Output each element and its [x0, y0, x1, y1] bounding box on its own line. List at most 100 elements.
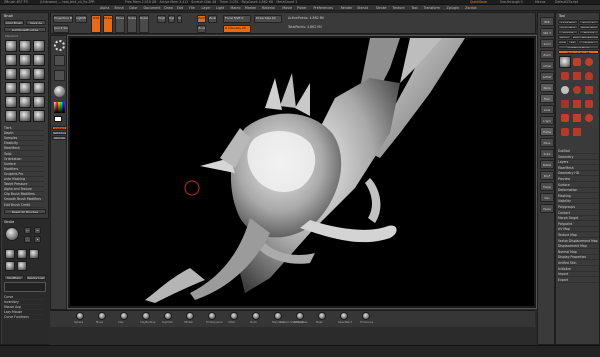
menu-edit[interactable]: Edit [177, 5, 183, 11]
tool-thumb-cube[interactable] [561, 72, 569, 80]
zsub-button[interactable]: Zsub [208, 15, 217, 23]
replay-last-button[interactable]: Replay Last [26, 275, 46, 280]
shelf-xpose-button[interactable]: Xpose [540, 204, 554, 213]
shelf-zoom-button[interactable]: Zoom [540, 50, 554, 59]
brush-thumb-slash[interactable] [5, 82, 17, 94]
material-sphere-icon[interactable] [54, 86, 65, 97]
stroke-thumb-e[interactable] [5, 261, 15, 271]
shelf-brush-move-icon[interactable] [98, 312, 106, 320]
lightbox-button[interactable]: LightBox [75, 15, 87, 23]
tool-section-normal-map[interactable]: Normal Map [558, 250, 599, 255]
menu-texture[interactable]: Texture [393, 5, 405, 11]
tool-section-displacement-map[interactable]: Displacement Map [558, 244, 599, 250]
tool-section-uv-map[interactable]: UV Map [558, 227, 599, 233]
tool-section-polygroups[interactable]: Polygroups [558, 205, 599, 210]
stroke-thumb-c[interactable] [17, 249, 27, 259]
brush-section-edit-brush-credit[interactable]: Edit Brush Credit [4, 203, 44, 208]
brush-thumb-curve[interactable] [33, 96, 45, 108]
brush-thumb-polish[interactable] [19, 68, 31, 80]
brush-thumb-standard[interactable] [5, 40, 17, 52]
projection-master-button[interactable]: Projection Master [53, 15, 73, 23]
menu-file[interactable]: File [189, 5, 195, 11]
modifiers-button[interactable]: Modifiers [4, 275, 24, 280]
tool-section-subtool[interactable]: SubTool [558, 149, 599, 154]
brush-palette-header[interactable]: Brush [4, 14, 13, 18]
menu-movie[interactable]: Movie [282, 5, 292, 11]
tool-section-export[interactable]: Export [558, 278, 599, 283]
shelf-local-button[interactable]: Local [540, 105, 554, 114]
shelf-brush-sphere-icon[interactable] [76, 312, 84, 320]
tool-thumb-terrain[interactable] [573, 100, 581, 108]
tool-thumb-zsphere[interactable] [561, 128, 569, 136]
menu-document[interactable]: Document [144, 5, 161, 11]
shelf-frame-button[interactable]: Frame [540, 127, 554, 136]
shelf-floor-button[interactable]: Floor [540, 94, 554, 103]
brush-thumb-move[interactable] [19, 40, 31, 52]
tool-thumb-helix[interactable] [573, 114, 581, 122]
tool-section-texture-map[interactable]: Texture Map [558, 233, 599, 238]
tool-section-geometry-hd[interactable]: Geometry HD [558, 171, 599, 177]
shelf-brush-clay-icon[interactable] [120, 312, 128, 320]
tool-section-fibermesh[interactable]: FiberMesh [558, 166, 599, 171]
tool-section-vector-displacement-map[interactable]: Vector Displacement Map [558, 239, 599, 244]
draw-button[interactable]: Draw [103, 15, 113, 33]
stroke-section-curve-functions[interactable]: Curve Functions [4, 315, 44, 321]
stroke-colorize-icon[interactable]: • [34, 236, 41, 243]
draw-size-slider[interactable]: Draw Size 64 [254, 15, 282, 23]
stroke-thumb-b[interactable] [5, 249, 15, 259]
tool-thumb-simplebrush[interactable] [561, 100, 569, 108]
tool-thumb-polymesh[interactable] [561, 86, 569, 94]
shelf-brush-pinch-icon[interactable] [252, 312, 260, 320]
tool-thumb-ring[interactable] [573, 86, 581, 94]
brush-thumb-chisel[interactable] [5, 110, 17, 122]
brush-thumb-clay[interactable] [33, 40, 45, 52]
copy-tool-button[interactable]: Copy Tool [558, 25, 578, 29]
quick-sketch-button[interactable]: Quick Sketch [53, 25, 69, 33]
shelf-brush-hpolish-icon[interactable] [186, 312, 194, 320]
shelf-brush-trimdynamic-icon[interactable] [208, 312, 216, 320]
tool-section-unified-skin[interactable]: Unified Skin [558, 261, 599, 266]
tool-section-deformation[interactable]: Deformation [558, 188, 599, 194]
brush-thumb-insert[interactable] [19, 96, 31, 108]
document-canvas[interactable] [67, 35, 537, 309]
save-as-brush-button[interactable]: Save As [26, 20, 46, 25]
goz-all-button[interactable]: All [568, 40, 577, 44]
shelf-actual-button[interactable]: Actual [540, 61, 554, 70]
tool-section-contact[interactable]: Contact [558, 211, 599, 216]
stroke-dragrect-icon[interactable]: ⌐ [24, 227, 31, 234]
tool-section-morph-target[interactable]: Morph Target [558, 216, 599, 222]
texture-slot[interactable] [54, 70, 65, 81]
tool-thumb-sphere3d[interactable] [573, 58, 581, 66]
alpha-slot[interactable] [54, 55, 65, 66]
scale-button[interactable]: Scale [127, 15, 137, 33]
z-intensity-slider[interactable]: Z Intensity 25 [223, 25, 251, 33]
tool-section-import[interactable]: Import [558, 272, 599, 278]
gradient-toggle[interactable]: Gradient [52, 126, 67, 130]
move-button[interactable]: Move [115, 15, 125, 33]
stroke-palette-header[interactable]: Stroke [4, 220, 14, 224]
brush-thumb-flatten[interactable] [33, 110, 45, 122]
import-tool-button[interactable]: Import [558, 30, 578, 34]
tool-section-geometry[interactable]: Geometry [558, 155, 599, 160]
tool-section-preview[interactable]: Preview [558, 177, 599, 182]
current-tool-slider[interactable]: Bird_v4_fix: 48 [558, 50, 599, 54]
shelf-rotate-button[interactable]: Rotate [540, 160, 554, 169]
save-as-tool-button[interactable]: Save As [579, 20, 599, 24]
make-polymesh-button[interactable]: Make PolyMesh3D [572, 35, 599, 39]
brush-thumb-smooth[interactable] [5, 68, 17, 80]
stroke-spray-icon[interactable]: ∴ [24, 236, 31, 243]
shelf-solo-button[interactable]: Solo [540, 193, 554, 202]
shelf-brush-damstd-icon[interactable] [164, 312, 172, 320]
tool-thumb-bird[interactable] [559, 56, 571, 68]
brush-thumb-damstd[interactable] [5, 54, 17, 66]
brush-thumb-rake[interactable] [19, 110, 31, 122]
shelf-spix-3-button[interactable]: SPix 3 [540, 28, 554, 37]
shelf-bpr-button[interactable]: BPR [540, 17, 554, 26]
tool-thumb-gear[interactable] [585, 100, 593, 108]
paste-tool-button[interactable]: Paste Tool [579, 25, 599, 29]
brush-thumb-pinch[interactable] [33, 54, 45, 66]
tool-thumb-cylinder[interactable] [585, 58, 593, 66]
alternate-toggle[interactable]: Alternate [52, 136, 67, 140]
tool-section-display-properties[interactable]: Display Properties [558, 255, 599, 261]
shelf-brush-selectrect-icon[interactable] [340, 312, 348, 320]
